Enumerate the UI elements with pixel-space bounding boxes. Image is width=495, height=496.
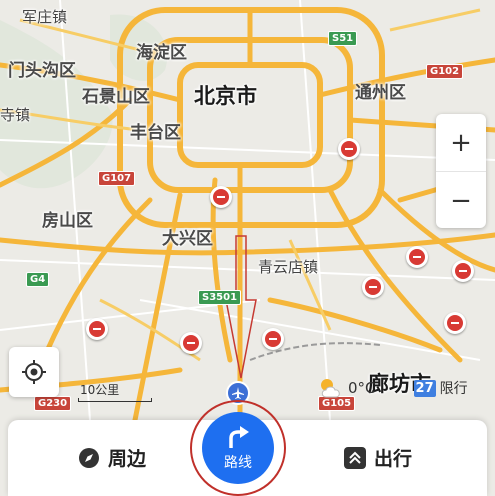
no-entry-icon[interactable] [262, 328, 284, 350]
no-entry-icon[interactable] [452, 260, 474, 282]
air-quality-badge: 27 [413, 379, 436, 397]
road-shield: G107 [98, 171, 136, 186]
partly-cloudy-icon [321, 379, 340, 398]
town-label: 青云店镇 [258, 258, 319, 276]
nearby-label: 周边 [108, 448, 147, 470]
crosshair-icon [22, 360, 46, 384]
no-entry-icon[interactable] [210, 186, 232, 208]
district-label: 房山区 [42, 211, 93, 231]
no-entry-icon[interactable] [444, 312, 466, 334]
route-button-ring: 路线 [190, 400, 286, 496]
town-label: 军庄镇 [22, 8, 68, 26]
road-shield: G4 [26, 272, 50, 287]
district-label: 门头沟区 [8, 61, 76, 81]
road-shield: S3501 [198, 290, 242, 305]
district-label: 石景山区 [82, 87, 150, 107]
town-label: 寺镇 [0, 106, 31, 124]
no-entry-icon[interactable] [180, 332, 202, 354]
no-entry-icon[interactable] [338, 138, 360, 160]
district-label: 大兴区 [162, 229, 213, 249]
no-entry-icon[interactable] [86, 318, 108, 340]
district-label: 通州区 [355, 83, 406, 103]
scale-label: 10公里 [80, 383, 120, 397]
temperature: 0°C [348, 379, 376, 397]
double-chevron-up-icon [344, 446, 366, 469]
zoom-control: + − [436, 114, 486, 228]
scale-bar [78, 398, 152, 402]
city-label: 北京市 [194, 84, 257, 108]
road-shield: G102 [426, 64, 464, 79]
route-button[interactable]: 路线 [202, 412, 274, 484]
no-entry-icon[interactable] [406, 246, 428, 268]
route-label: 路线 [224, 455, 252, 471]
traffic-restriction-label: 限行 [439, 381, 468, 397]
district-label: 海淀区 [136, 43, 187, 63]
zoom-in-button[interactable]: + [436, 114, 486, 172]
locate-button[interactable] [9, 347, 59, 397]
compass-icon [79, 447, 99, 468]
turn-right-arrow-icon [229, 426, 249, 448]
district-label: 丰台区 [130, 123, 181, 143]
weather-widget[interactable]: 0°C 27 限行 [318, 377, 468, 399]
no-entry-icon[interactable] [362, 276, 384, 298]
nearby-button[interactable]: 周边 [78, 444, 146, 471]
road-shield: S51 [328, 31, 358, 46]
travel-button[interactable]: 出行 [344, 444, 412, 471]
travel-label: 出行 [374, 448, 413, 470]
zoom-out-button[interactable]: − [436, 172, 486, 229]
road-shield: G230 [34, 396, 72, 411]
